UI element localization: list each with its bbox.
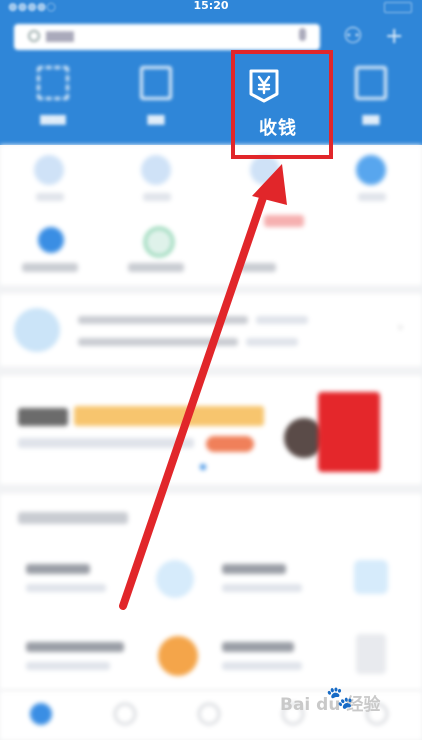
annotation-arrow <box>119 164 287 610</box>
baidu-watermark: Bai du 经验 🐾 <box>280 686 420 730</box>
baidu-paw-icon: 🐾 <box>326 686 354 711</box>
